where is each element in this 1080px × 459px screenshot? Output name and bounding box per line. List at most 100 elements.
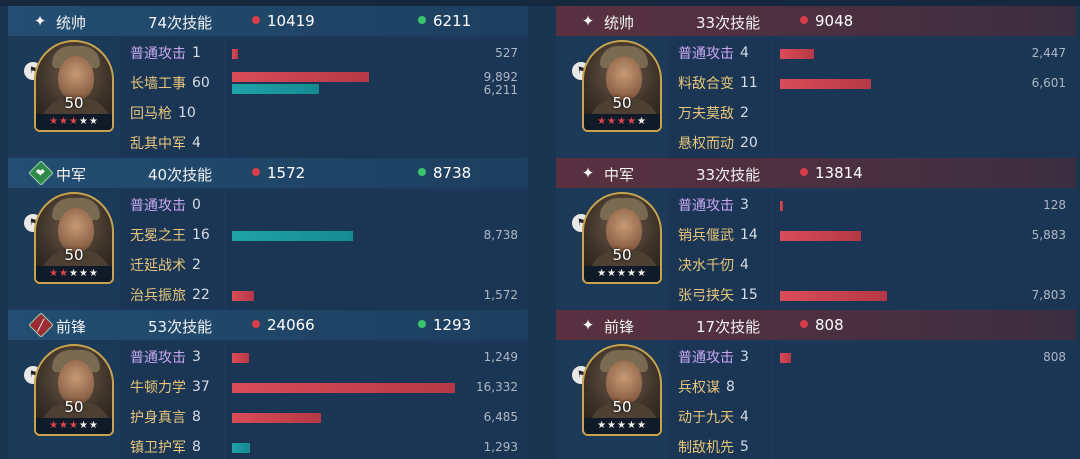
star-red-icon: ★: [49, 116, 60, 127]
skill-row[interactable]: 张弓挟矢 15 7,803: [668, 280, 1076, 310]
general-portrait[interactable]: ⚑ 50 ★★★★★: [24, 40, 114, 136]
star-white-icon: ★: [69, 268, 79, 279]
section-header: ❤ 中军 40次技能 1572 8738: [8, 158, 528, 188]
skill-name: 回马枪: [130, 106, 172, 122]
skill-name-cell: 决水千仞 4: [668, 250, 772, 280]
skill-rows: 普通攻击 3 808 兵权谋 8 动于九天 4 制敌机先 5: [668, 340, 1076, 459]
skill-rows: 普通攻击 0 无冕之王 16 8,738 迁延战术 2 治兵振旅 22 1,572: [120, 188, 528, 310]
damage-bar: [232, 353, 249, 363]
damage-bar: [232, 49, 238, 59]
heal-dot-icon: [418, 16, 426, 24]
star-red-icon: ★: [69, 420, 79, 431]
skill-bar-cell: 808: [774, 342, 1076, 372]
star-icon: ✦: [581, 12, 595, 30]
general-portrait[interactable]: ⚑ 50 ★★★★★: [24, 344, 114, 440]
star-red-icon: ★: [59, 420, 70, 431]
skill-row[interactable]: 牛顿力学 37 16,332: [120, 372, 528, 402]
skill-uses: 22: [192, 287, 210, 303]
heart-icon: ❤: [28, 160, 54, 186]
skill-name: 普通攻击: [130, 46, 186, 62]
skill-name: 万夫莫敌: [678, 106, 734, 122]
section-body: ⚑ 50 ★★★★★ 普通攻击 0 无冕之王 16 8,738 迁延战术 2 治兵振旅 22 1,572: [8, 188, 528, 310]
skill-name: 牛顿力学: [130, 380, 186, 396]
skill-row[interactable]: 普通攻击 4 2,447: [668, 38, 1076, 68]
star-red-icon: ★: [597, 116, 608, 127]
heal-value-label: 8,738: [483, 228, 518, 242]
skill-name-cell: 普通攻击 0: [120, 190, 224, 220]
skill-row[interactable]: 决水千仞 4: [668, 250, 1076, 280]
skill-row[interactable]: 乱其中军 4: [120, 128, 528, 158]
damage-value-label: 128: [1043, 198, 1066, 212]
section-body: ⚑ 50 ★★★★★ 普通攻击 4 2,447 料敌合变 11 6,601 万夫莫敌 2 悬权而动 20: [556, 36, 1076, 158]
general-portrait[interactable]: ⚑ 50 ★★★★★: [572, 344, 662, 440]
star-white-icon: ★: [78, 116, 89, 127]
damage-value: 10419: [267, 12, 315, 30]
skill-rows: 普通攻击 3 1,249 牛顿力学 37 16,332 护身真言 8 6,485 镇卫护军 8 1,2…: [120, 340, 528, 459]
skill-bar-cell: [226, 250, 528, 280]
skill-row[interactable]: 料敌合变 11 6,601: [668, 68, 1076, 98]
star-white-icon: ★: [88, 268, 99, 279]
skill-row[interactable]: 普通攻击 3 128: [668, 190, 1076, 220]
star-white-icon: ★: [626, 268, 637, 279]
damage-dot-icon: [800, 320, 808, 328]
skill-uses: 5: [740, 439, 749, 455]
heal-total: 8738: [418, 164, 471, 182]
skill-name: 治兵振旅: [130, 288, 186, 304]
heal-total: 1293: [418, 316, 471, 334]
skill-row[interactable]: 普通攻击 3 1,249: [120, 342, 528, 372]
general-section: ✦ 统帅 74次技能 10419 6211 ⚑ 50 ★★★★★ 普通攻击 1 527 长墙工事 60 9…: [8, 6, 528, 158]
general-portrait[interactable]: ⚑ 50 ★★★★★: [572, 40, 662, 136]
skill-bar-cell: 16,332: [226, 372, 528, 402]
skill-row[interactable]: 兵权谋 8: [668, 372, 1076, 402]
skill-row[interactable]: 悬权而动 20: [668, 128, 1076, 158]
skill-bar-cell: [774, 402, 1076, 432]
skill-name-cell: 张弓挟矢 15: [668, 280, 772, 310]
skill-row[interactable]: 制敌机先 5: [668, 432, 1076, 459]
skill-row[interactable]: 普通攻击 1 527: [120, 38, 528, 68]
damage-value: 13814: [815, 164, 863, 182]
general-section: ❤ 中军 40次技能 1572 8738 ⚑ 50 ★★★★★ 普通攻击 0 无冕之王 16 8,738…: [8, 158, 528, 310]
damage-total: 24066: [252, 316, 315, 334]
skill-row[interactable]: 无冕之王 16 8,738: [120, 220, 528, 250]
right-team-panel: ✦ 统帅 33次技能 9048 ⚑ 50 ★★★★★ 普通攻击 4 2,447 料敌合变 11 6,60…: [556, 6, 1076, 459]
star-white-icon: ★: [88, 420, 99, 431]
skill-row[interactable]: 迁延战术 2: [120, 250, 528, 280]
skill-row[interactable]: 治兵振旅 22 1,572: [120, 280, 528, 310]
skill-bar-cell: 7,803: [774, 280, 1076, 310]
skill-row[interactable]: 普通攻击 0: [120, 190, 528, 220]
skill-uses: 10: [178, 105, 196, 121]
role-label: 前锋: [604, 318, 635, 336]
skill-row[interactable]: 长墙工事 60 9,892 6,211: [120, 68, 528, 98]
skill-row[interactable]: 销兵偃武 14 5,883: [668, 220, 1076, 250]
skill-bar-cell: 128: [774, 190, 1076, 220]
role-label: 中军: [56, 166, 87, 184]
skill-row[interactable]: 万夫莫敌 2: [668, 98, 1076, 128]
skill-uses: 15: [740, 287, 758, 303]
skill-row[interactable]: 镇卫护军 8 1,293: [120, 432, 528, 459]
skill-bar-cell: 8,738: [226, 220, 528, 250]
damage-dot-icon: [800, 168, 808, 176]
skill-count: 17次技能: [696, 318, 761, 336]
general-portrait[interactable]: ⚑ 50 ★★★★★: [24, 192, 114, 288]
skill-name: 张弓挟矢: [678, 288, 734, 304]
portrait-frame: 50 ★★★★★: [582, 40, 662, 132]
skill-name-cell: 普通攻击 3: [668, 190, 772, 220]
level-label: 50: [64, 94, 84, 112]
skill-name: 决水千仞: [678, 258, 734, 274]
skill-bar-cell: [226, 98, 528, 128]
skill-name: 兵权谋: [678, 380, 720, 396]
skill-name-cell: 普通攻击 4: [668, 38, 772, 68]
skill-bar-cell: 6,601: [774, 68, 1076, 98]
damage-value-label: 5,883: [1031, 228, 1066, 242]
star-red-icon: ★: [617, 116, 627, 127]
skill-row[interactable]: 护身真言 8 6,485: [120, 402, 528, 432]
skill-name: 普通攻击: [130, 350, 186, 366]
damage-bar: [232, 291, 254, 301]
skill-name: 镇卫护军: [130, 440, 186, 456]
damage-bar: [780, 231, 861, 241]
skill-name-cell: 料敌合变 11: [668, 68, 772, 98]
skill-row[interactable]: 普通攻击 3 808: [668, 342, 1076, 372]
general-portrait[interactable]: ⚑ 50 ★★★★★: [572, 192, 662, 288]
skill-row[interactable]: 回马枪 10: [120, 98, 528, 128]
skill-row[interactable]: 动于九天 4: [668, 402, 1076, 432]
